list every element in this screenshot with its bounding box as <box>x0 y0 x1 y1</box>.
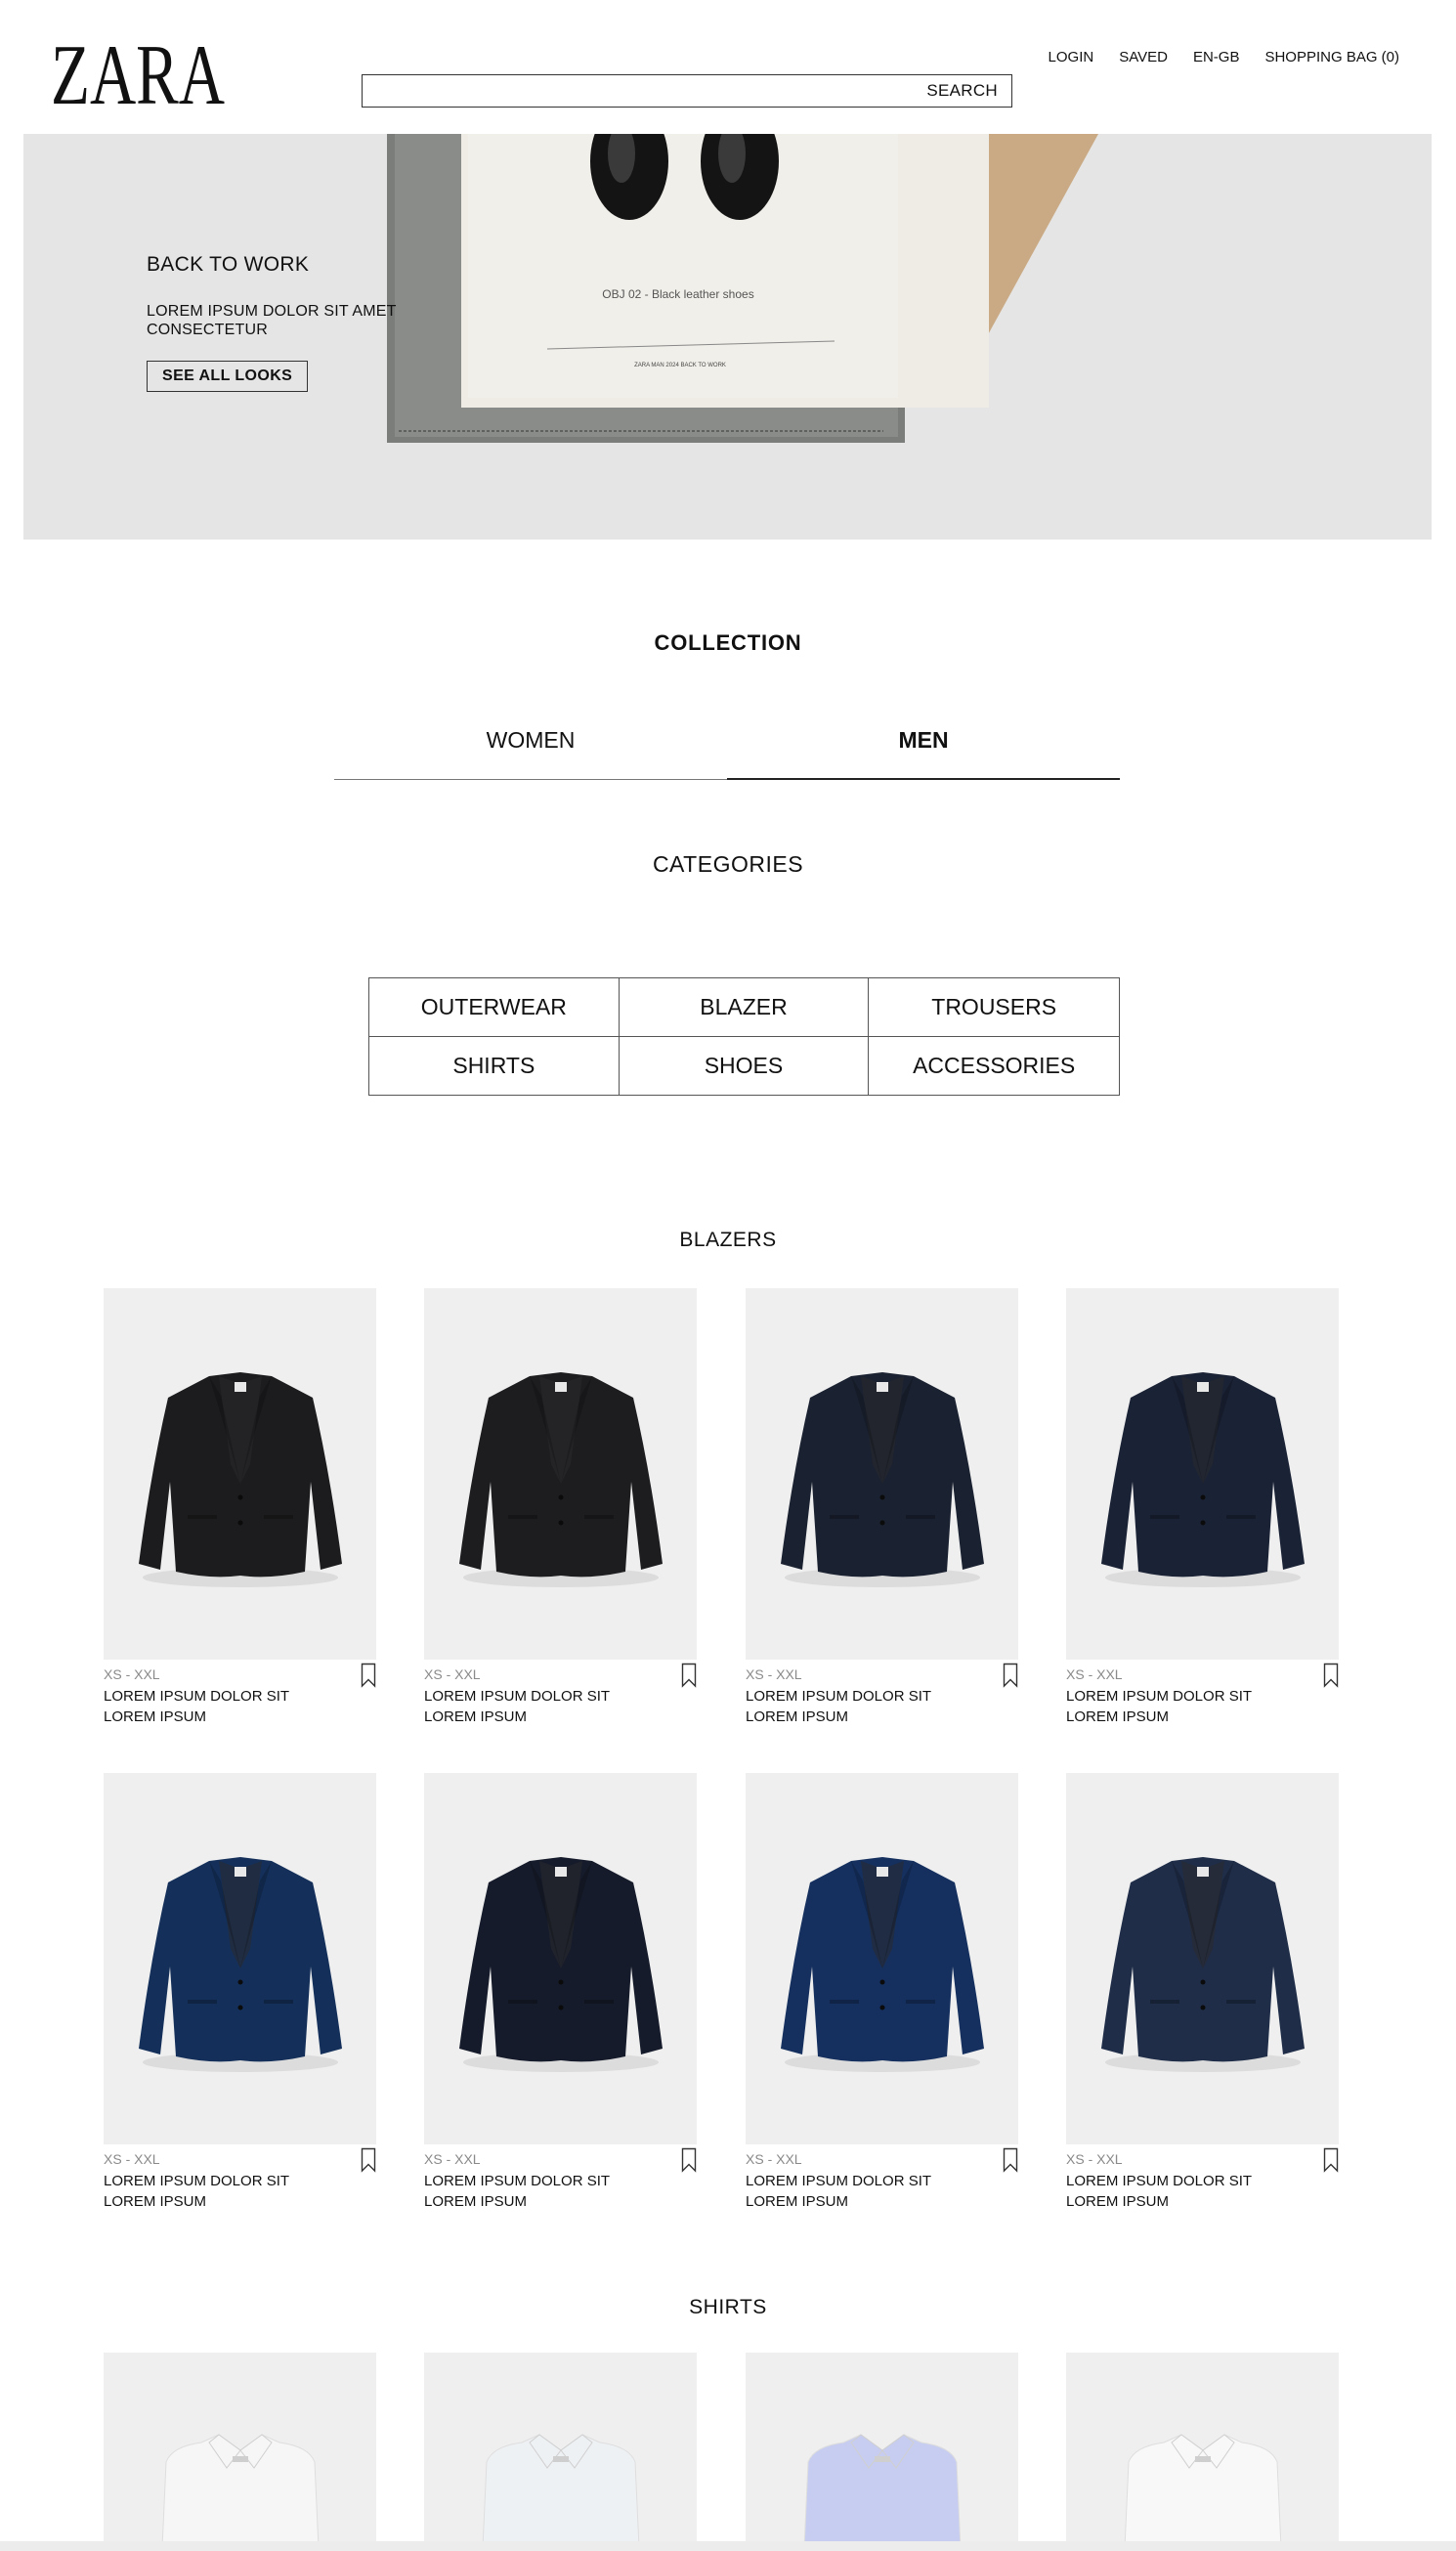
product-card[interactable]: XS - XXL LOREM IPSUM DOLOR SIT LOREM IPSU… <box>746 1288 1018 1730</box>
shopping-bag-link[interactable]: SHOPPING BAG (0) <box>1264 49 1399 65</box>
language-link[interactable]: EN-GB <box>1193 49 1240 65</box>
bookmark-icon[interactable] <box>681 2147 697 2173</box>
shirt-product-image[interactable] <box>1066 2353 1339 2548</box>
bookmark-icon[interactable] <box>361 1663 376 1688</box>
search-bar: SEARCH <box>362 74 1012 108</box>
product-name[interactable]: LOREM IPSUM DOLOR SIT LOREM IPSUM <box>104 2171 328 2212</box>
site-header: ZARA SEARCH LOGIN SAVED EN-GB SHOPPING B… <box>0 0 1456 134</box>
bookmark-icon[interactable] <box>1323 2147 1339 2173</box>
product-name[interactable]: LOREM IPSUM DOLOR SIT LOREM IPSUM <box>1066 2171 1291 2212</box>
blazers-title: BLAZERS <box>679 1229 777 1251</box>
svg-text:ZARA MAN 2024 BACK TO WORK: ZARA MAN 2024 BACK TO WORK <box>634 363 726 368</box>
product-image[interactable] <box>1066 1773 1339 2144</box>
product-meta: XS - XXL LOREM IPSUM DOLOR SIT LOREM IPSU… <box>1066 1660 1339 1730</box>
hero-subtitle: LOREM IPSUM DOLOR SIT AMET CONSECTETUR <box>147 303 397 338</box>
search-button[interactable]: SEARCH <box>926 81 998 101</box>
product-card[interactable]: XS - XXL LOREM IPSUM DOLOR SIT LOREM IPSU… <box>746 1773 1018 2215</box>
product-size-range: XS - XXL <box>746 1666 802 1682</box>
product-size-range: XS - XXL <box>1066 1666 1123 1682</box>
category-trousers[interactable]: TROUSERS <box>869 978 1119 1037</box>
product-size-range: XS - XXL <box>104 1666 160 1682</box>
product-name[interactable]: LOREM IPSUM DOLOR SIT LOREM IPSUM <box>1066 1686 1291 1727</box>
product-meta: XS - XXL LOREM IPSUM DOLOR SIT LOREM IPSU… <box>746 2144 1018 2215</box>
category-accessories[interactable]: ACCESSORIES <box>869 1037 1119 1096</box>
bookmark-icon[interactable] <box>1323 1663 1339 1688</box>
zara-logo[interactable]: ZARA <box>51 31 227 115</box>
product-card[interactable]: XS - XXL LOREM IPSUM DOLOR SIT LOREM IPSU… <box>424 1288 697 1730</box>
product-name[interactable]: LOREM IPSUM DOLOR SIT LOREM IPSUM <box>746 2171 970 2212</box>
collection-tabs: WOMEN MEN <box>334 723 1120 782</box>
tab-men[interactable]: MEN <box>727 723 1120 780</box>
product-size-range: XS - XXL <box>424 1666 481 1682</box>
search-input[interactable] <box>363 75 910 107</box>
category-blazer[interactable]: BLAZER <box>619 978 870 1037</box>
hero-text: BACK TO WORK LOREM IPSUM DOLOR SIT AMET … <box>147 253 420 392</box>
product-meta: XS - XXL LOREM IPSUM DOLOR SIT LOREM IPSU… <box>424 1660 697 1730</box>
hero-banner: OBJ 02 - Black leather shoes ZARA MAN 20… <box>23 134 1432 540</box>
product-image[interactable] <box>104 1773 376 2144</box>
product-name[interactable]: LOREM IPSUM DOLOR SIT LOREM IPSUM <box>104 1686 328 1727</box>
saved-link[interactable]: SAVED <box>1119 49 1168 65</box>
shirts-title: SHIRTS <box>689 2296 767 2318</box>
product-image[interactable] <box>104 1288 376 1660</box>
product-size-range: XS - XXL <box>424 2151 481 2167</box>
shirt-product-image[interactable] <box>746 2353 1018 2548</box>
product-image[interactable] <box>424 1773 697 2144</box>
bookmark-icon[interactable] <box>681 1663 697 1688</box>
product-meta: XS - XXL LOREM IPSUM DOLOR SIT LOREM IPSU… <box>104 1660 376 1730</box>
product-card[interactable]: XS - XXL LOREM IPSUM DOLOR SIT LOREM IPSU… <box>424 1773 697 2215</box>
top-nav: LOGIN SAVED EN-GB SHOPPING BAG (0) <box>1049 49 1399 65</box>
product-name[interactable]: LOREM IPSUM DOLOR SIT LOREM IPSUM <box>424 2171 649 2212</box>
tab-women[interactable]: WOMEN <box>334 723 727 780</box>
categories-grid: OUTERWEAR BLAZER TROUSERS SHIRTS SHOES A… <box>368 977 1120 1096</box>
product-image[interactable] <box>1066 1288 1339 1660</box>
product-card[interactable]: XS - XXL LOREM IPSUM DOLOR SIT LOREM IPSU… <box>1066 1773 1339 2215</box>
svg-text:ZARA: ZARA <box>51 31 225 115</box>
product-meta: XS - XXL LOREM IPSUM DOLOR SIT LOREM IPSU… <box>746 1660 1018 1730</box>
product-image[interactable] <box>746 1773 1018 2144</box>
product-card[interactable]: XS - XXL LOREM IPSUM DOLOR SIT LOREM IPSU… <box>1066 1288 1339 1730</box>
product-card[interactable]: XS - XXL LOREM IPSUM DOLOR SIT LOREM IPSU… <box>104 1288 376 1730</box>
categories-title: CATEGORIES <box>652 851 804 877</box>
product-name[interactable]: LOREM IPSUM DOLOR SIT LOREM IPSUM <box>746 1686 970 1727</box>
shirt-product-image[interactable] <box>104 2353 376 2548</box>
product-size-range: XS - XXL <box>1066 2151 1123 2167</box>
hero-title: BACK TO WORK <box>147 253 310 276</box>
product-name[interactable]: LOREM IPSUM DOLOR SIT LOREM IPSUM <box>424 1686 649 1727</box>
page-bottom-divider <box>0 2541 1456 2551</box>
product-size-range: XS - XXL <box>104 2151 160 2167</box>
product-meta: XS - XXL LOREM IPSUM DOLOR SIT LOREM IPSU… <box>1066 2144 1339 2215</box>
bookmark-icon[interactable] <box>361 2147 376 2173</box>
bookmark-icon[interactable] <box>1003 1663 1018 1688</box>
product-card[interactable]: XS - XXL LOREM IPSUM DOLOR SIT LOREM IPSU… <box>104 1773 376 2215</box>
product-image[interactable] <box>424 1288 697 1660</box>
product-meta: XS - XXL LOREM IPSUM DOLOR SIT LOREM IPSU… <box>424 2144 697 2215</box>
svg-text:OBJ 02 - Black leather shoes: OBJ 02 - Black leather shoes <box>602 287 753 301</box>
category-outerwear[interactable]: OUTERWEAR <box>369 978 620 1037</box>
see-all-looks-button[interactable]: SEE ALL LOOKS <box>147 361 309 392</box>
shirt-product-image[interactable] <box>424 2353 697 2548</box>
login-link[interactable]: LOGIN <box>1049 49 1094 65</box>
bookmark-icon[interactable] <box>1003 2147 1018 2173</box>
product-image[interactable] <box>746 1288 1018 1660</box>
product-size-range: XS - XXL <box>746 2151 802 2167</box>
product-meta: XS - XXL LOREM IPSUM DOLOR SIT LOREM IPSU… <box>104 2144 376 2215</box>
collection-title: COLLECTION <box>654 630 802 655</box>
category-shoes[interactable]: SHOES <box>620 1036 870 1095</box>
category-shirts[interactable]: SHIRTS <box>369 1036 620 1095</box>
